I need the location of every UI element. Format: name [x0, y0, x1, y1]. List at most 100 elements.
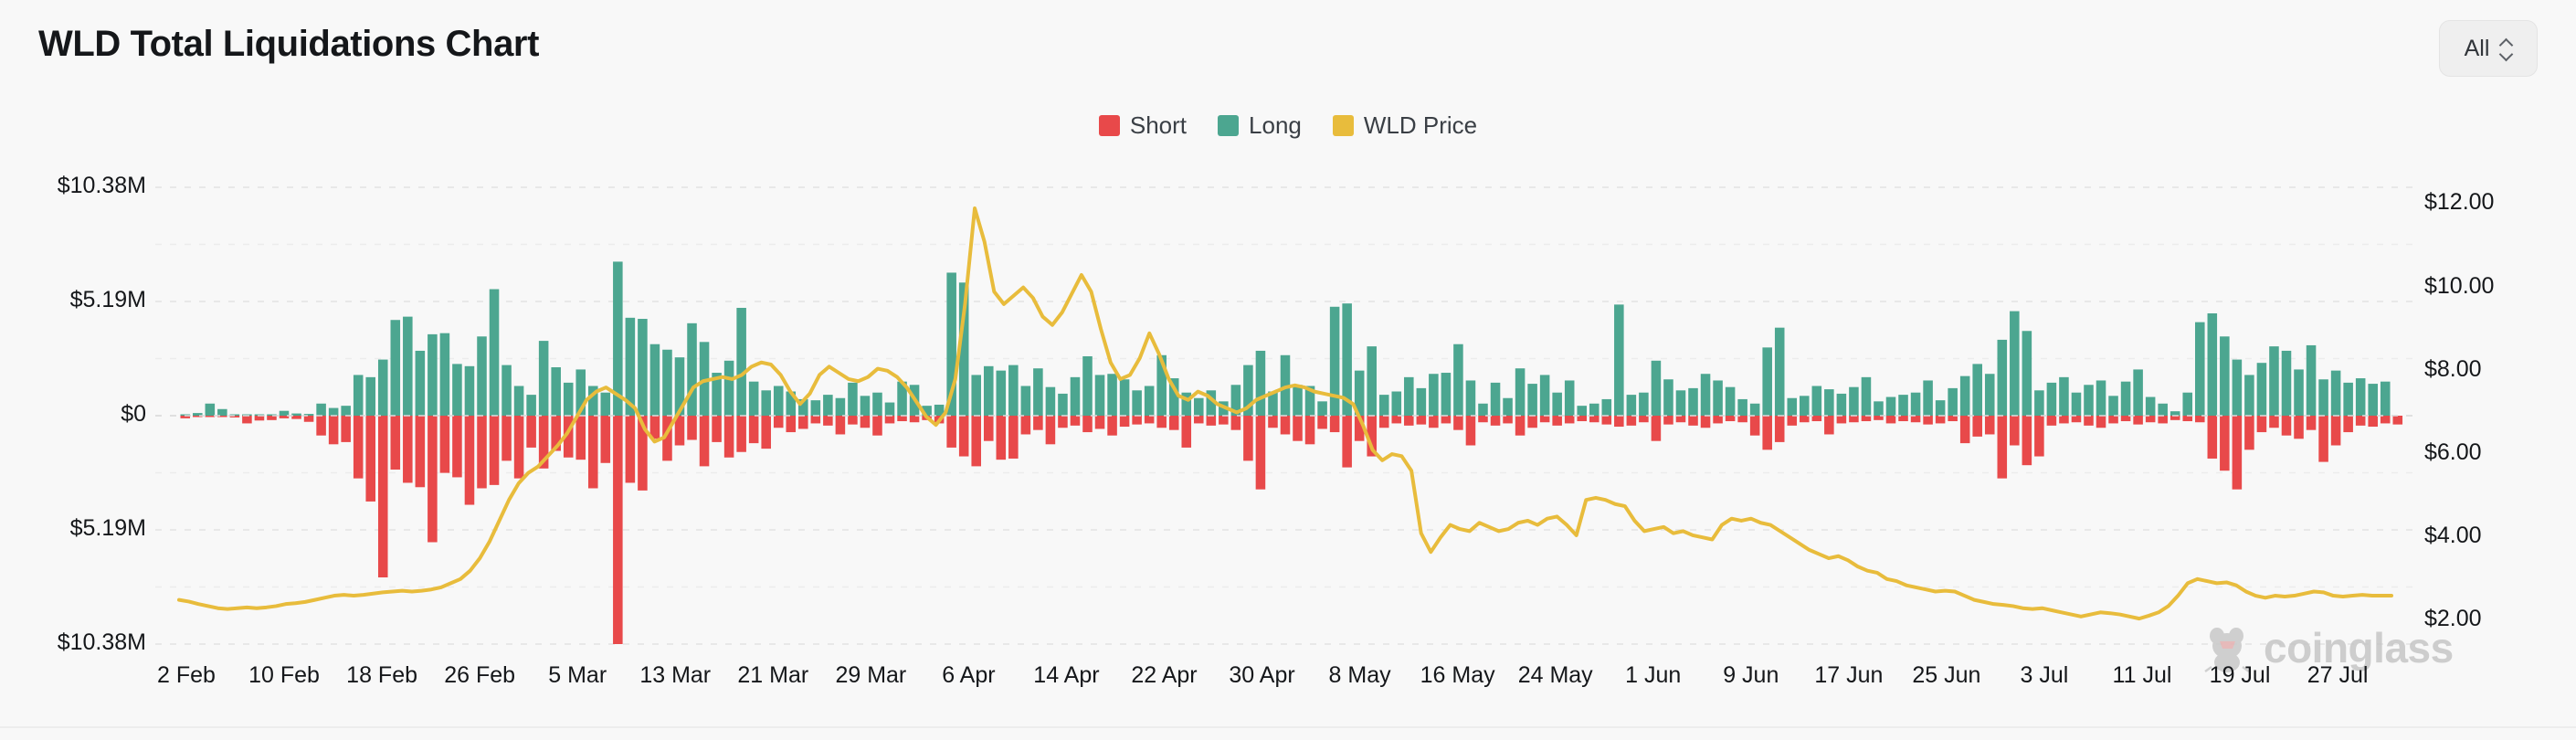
short-bar[interactable] [872, 416, 882, 436]
short-bar[interactable] [2096, 416, 2106, 428]
short-bar[interactable] [2059, 416, 2069, 424]
short-bar[interactable] [1675, 416, 1686, 423]
short-bar[interactable] [2232, 416, 2243, 490]
long-bar[interactable] [1045, 386, 1056, 416]
short-bar[interactable] [1639, 416, 1649, 423]
long-bar[interactable] [464, 365, 475, 416]
long-bar[interactable] [328, 407, 339, 416]
short-bar[interactable] [1194, 416, 1204, 424]
short-bar[interactable] [736, 416, 746, 452]
long-bar[interactable] [1317, 401, 1327, 416]
short-bar[interactable] [1836, 416, 1847, 424]
short-bar[interactable] [2195, 416, 2205, 423]
long-bar[interactable] [2096, 380, 2106, 416]
long-bar[interactable] [662, 349, 672, 416]
long-bar[interactable] [761, 390, 771, 416]
short-bar[interactable] [1168, 416, 1179, 430]
short-bar[interactable] [316, 416, 326, 436]
short-bar[interactable] [1601, 416, 1612, 425]
short-bar[interactable] [712, 416, 722, 442]
short-bar[interactable] [1910, 416, 1921, 423]
short-bar[interactable] [1749, 416, 1760, 436]
short-bar[interactable] [810, 416, 821, 424]
long-bar[interactable] [2330, 370, 2341, 416]
long-bar[interactable] [1861, 376, 1872, 416]
long-bar[interactable] [2368, 384, 2378, 416]
legend-item-long[interactable]: Long [1218, 111, 1302, 140]
long-bar[interactable] [1898, 395, 1908, 416]
short-bar[interactable] [489, 416, 500, 485]
short-bar[interactable] [1404, 416, 1414, 426]
short-bar[interactable] [513, 416, 524, 479]
short-bar[interactable] [439, 416, 450, 473]
short-bar[interactable] [2306, 416, 2317, 430]
time-range-select[interactable]: All [2439, 20, 2538, 77]
short-bar[interactable] [477, 416, 487, 489]
short-bar[interactable] [341, 416, 351, 442]
long-bar[interactable] [563, 382, 574, 416]
long-bar[interactable] [1836, 393, 1847, 416]
long-bar[interactable] [2158, 403, 2168, 416]
short-bar[interactable] [390, 416, 401, 470]
long-bar[interactable] [848, 382, 858, 416]
long-bar[interactable] [1885, 396, 1896, 416]
long-bar[interactable] [316, 403, 326, 416]
short-bar[interactable] [1453, 416, 1463, 430]
long-bar[interactable] [736, 307, 746, 416]
short-bar[interactable] [1787, 416, 1798, 426]
short-bar[interactable] [613, 416, 623, 644]
long-bar[interactable] [1614, 304, 1624, 416]
short-bar[interactable] [1478, 416, 1488, 423]
short-bar[interactable] [1959, 416, 1970, 444]
short-bar[interactable] [1391, 416, 1402, 424]
long-bar[interactable] [205, 403, 216, 416]
short-bar[interactable] [2343, 416, 2353, 433]
short-bar[interactable] [1885, 416, 1896, 424]
short-bar[interactable] [2108, 416, 2118, 424]
long-bar[interactable] [600, 392, 611, 416]
long-bar[interactable] [2059, 376, 2069, 416]
short-bar[interactable] [1156, 416, 1167, 428]
short-bar[interactable] [1280, 416, 1291, 435]
long-bar[interactable] [551, 367, 561, 416]
short-bar[interactable] [1824, 416, 1834, 435]
long-bar[interactable] [1503, 397, 1513, 416]
long-bar[interactable] [1465, 380, 1476, 416]
short-bar[interactable] [254, 416, 265, 421]
short-bar[interactable] [2022, 416, 2032, 466]
short-bar[interactable] [242, 416, 252, 424]
long-bar[interactable] [860, 396, 871, 416]
short-bar[interactable] [1058, 416, 1068, 428]
short-bar[interactable] [1429, 416, 1439, 428]
short-bar[interactable] [1206, 416, 1217, 426]
long-bar[interactable] [2133, 369, 2143, 416]
long-bar[interactable] [1811, 386, 1822, 416]
long-bar[interactable] [353, 375, 364, 416]
long-bar[interactable] [1787, 397, 1798, 416]
long-bar[interactable] [1972, 364, 1982, 416]
long-bar[interactable] [2071, 392, 2082, 416]
short-bar[interactable] [1119, 416, 1130, 428]
legend-item-short[interactable]: Short [1098, 111, 1187, 140]
long-bar[interactable] [501, 365, 512, 416]
long-bar[interactable] [1552, 392, 1562, 416]
long-bar[interactable] [1293, 385, 1303, 416]
long-bar[interactable] [2034, 390, 2044, 416]
short-bar[interactable] [1527, 416, 1537, 428]
long-bar[interactable] [2269, 346, 2279, 416]
long-bar[interactable] [2256, 363, 2267, 416]
long-bar[interactable] [1700, 374, 1711, 416]
short-bar[interactable] [2207, 416, 2218, 459]
long-bar[interactable] [2182, 392, 2193, 416]
short-bar[interactable] [1614, 416, 1624, 428]
long-bar[interactable] [1478, 403, 1488, 416]
short-bar[interactable] [2368, 416, 2378, 428]
long-bar[interactable] [1774, 327, 1785, 416]
legend-item-price[interactable]: WLD Price [1332, 111, 1477, 140]
long-bar[interactable] [428, 333, 438, 416]
long-bar[interactable] [526, 395, 536, 416]
short-bar[interactable] [823, 416, 833, 426]
long-bar[interactable] [1107, 374, 1117, 416]
short-bar[interactable] [761, 416, 771, 449]
short-bar[interactable] [1737, 416, 1747, 423]
